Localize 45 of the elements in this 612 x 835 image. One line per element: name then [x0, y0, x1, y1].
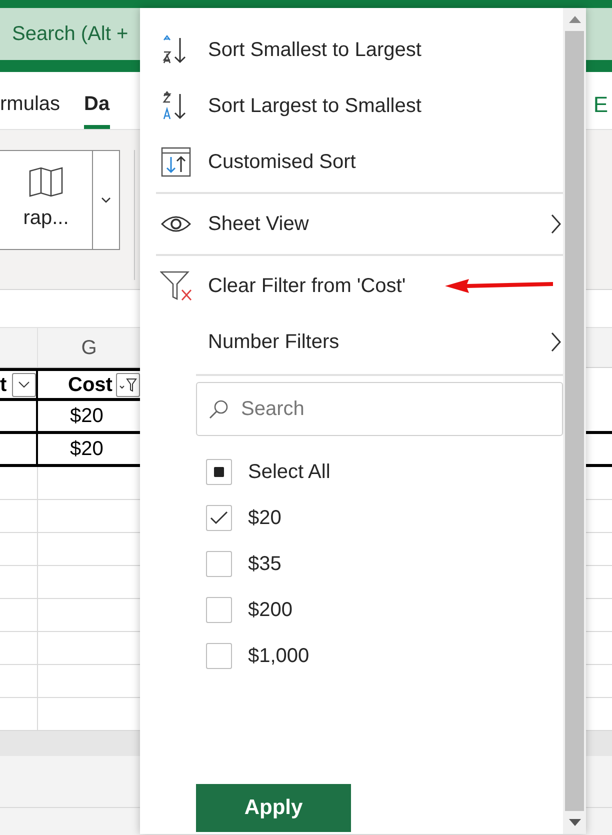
- filter-dropdown-button[interactable]: [116, 372, 140, 396]
- value-label: Select All: [248, 460, 330, 485]
- value-label: $20: [248, 506, 282, 531]
- checkbox[interactable]: [206, 551, 232, 577]
- scroll-up-icon[interactable]: [568, 16, 580, 23]
- menu-item[interactable]: Sort Smallest to Largest: [156, 22, 563, 78]
- button-label: rap...: [23, 206, 69, 231]
- checkbox[interactable]: [206, 459, 232, 485]
- table-cell-text: $20: [69, 437, 104, 462]
- chevron-down-icon: [101, 197, 111, 203]
- chevron-down-icon: [18, 381, 30, 388]
- menu-item[interactable]: Customised Sort: [156, 134, 563, 190]
- wrap-text-button[interactable]: rap...: [0, 150, 93, 250]
- scrollbar[interactable]: [563, 8, 586, 834]
- ribbon-tab[interactable]: E: [593, 88, 612, 129]
- value-label: $1,000: [248, 644, 310, 669]
- value-label: $35: [248, 552, 282, 577]
- dropdown-button[interactable]: [93, 150, 120, 250]
- value-label: $200: [248, 598, 292, 623]
- check-icon: [210, 511, 228, 525]
- custom-sort-icon: [161, 147, 191, 177]
- table-header-cell: Cost: [38, 368, 140, 401]
- filter-icon: [119, 378, 137, 392]
- menu-item[interactable]: Number Filters: [156, 314, 563, 370]
- search-input[interactable]: Search: [241, 394, 491, 424]
- apply-button[interactable]: Apply: [196, 784, 351, 832]
- search-icon: [209, 399, 229, 419]
- checkbox[interactable]: [206, 643, 232, 669]
- menu-item[interactable]: Sort Largest to Smallest: [156, 78, 563, 134]
- filter-dropdown-button[interactable]: [12, 372, 36, 396]
- scroll-down-icon[interactable]: [568, 819, 580, 826]
- checkbox[interactable]: [206, 597, 232, 623]
- search-box-placeholder[interactable]: Search (Alt +: [12, 19, 128, 49]
- book-icon: [29, 167, 63, 197]
- table-cell-text: $20: [69, 404, 104, 429]
- ribbon-tab[interactable]: rmulas: [0, 89, 60, 129]
- search-field[interactable]: Search: [196, 382, 563, 436]
- eye-icon: [161, 214, 191, 234]
- checkbox[interactable]: [206, 505, 232, 531]
- table-header-cell: t: [0, 368, 38, 401]
- menu-item[interactable]: Sheet View: [156, 196, 563, 252]
- column-header[interactable]: G: [81, 332, 97, 362]
- menu-item[interactable]: Clear Filter from 'Cost': [156, 258, 563, 314]
- clear-filter-icon: [160, 270, 192, 302]
- indeterminate-icon: [214, 467, 224, 477]
